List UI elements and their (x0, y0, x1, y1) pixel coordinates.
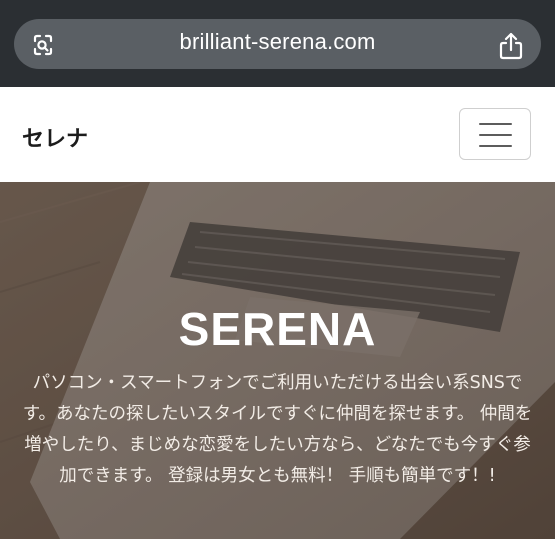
share-icon[interactable] (497, 31, 525, 61)
menu-toggle-button[interactable] (459, 108, 531, 160)
hero-description: パソコン・スマートフォンでご利用いただける出会い系SNSです。あなたの探したいス… (22, 373, 533, 486)
site-header: セレナ (0, 87, 555, 182)
browser-toolbar: brilliant-serena.com (0, 0, 555, 87)
site-brand[interactable]: セレナ (22, 121, 88, 153)
url-text[interactable]: brilliant-serena.com (0, 29, 555, 55)
hero-title: SERENA (178, 303, 377, 355)
hero-section: SERENA パソコン・スマートフォンでご利用いただける出会い系SNSです。あな… (0, 182, 555, 539)
